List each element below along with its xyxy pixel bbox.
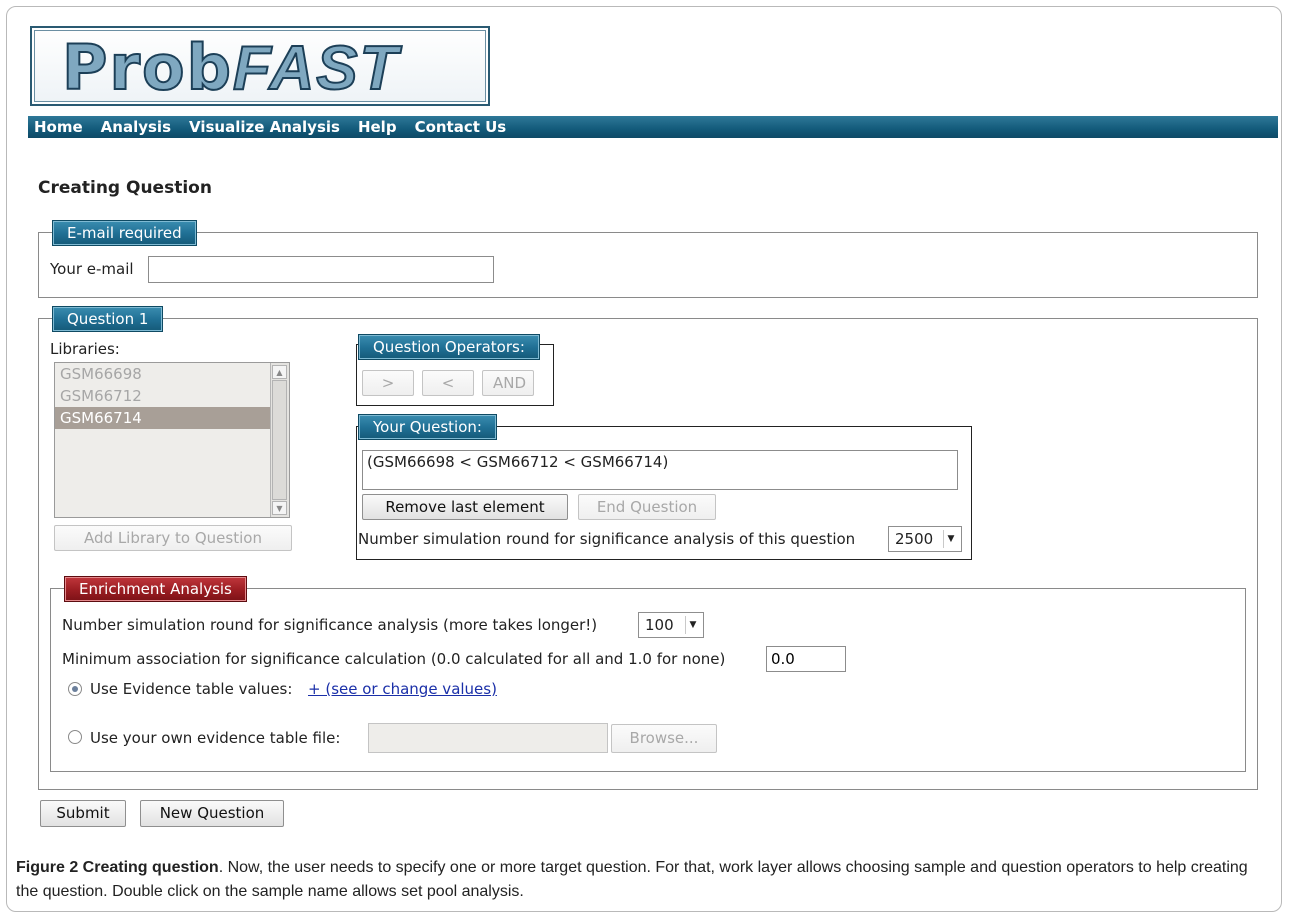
- probfast-logo: ProbFAST: [30, 26, 490, 106]
- figure-caption: Figure 2 Creating question. Now, the use…: [16, 856, 1274, 904]
- browse-button[interactable]: Browse...: [611, 724, 717, 753]
- scroll-thumb[interactable]: [272, 380, 287, 500]
- see-change-values-link[interactable]: + (see or change values): [308, 680, 497, 698]
- email-label: Your e-mail: [50, 260, 134, 278]
- new-question-button[interactable]: New Question: [140, 800, 284, 827]
- evidence-file-field[interactable]: [368, 723, 608, 753]
- library-item-gsm66714[interactable]: GSM66714: [55, 407, 289, 429]
- enrichment-sim-label: Number simulation round for significance…: [62, 616, 598, 634]
- libraries-scrollbar[interactable]: ▲ ▼: [270, 363, 289, 517]
- submit-button[interactable]: Submit: [40, 800, 126, 827]
- use-evidence-label: Use Evidence table values:: [90, 680, 293, 698]
- question-sim-label: Number simulation round for significance…: [358, 530, 856, 548]
- logo-text-part1: Prob: [61, 30, 233, 105]
- your-question-legend: Your Question:: [358, 414, 497, 440]
- and-operator-button[interactable]: AND: [482, 370, 534, 396]
- question-sim-select[interactable]: 2500 ▼: [888, 526, 962, 552]
- less-than-operator-button[interactable]: <: [422, 370, 474, 396]
- libraries-listbox[interactable]: GSM66698 GSM66712 GSM66714 ▲ ▼: [54, 362, 290, 518]
- main-navbar: Home Analysis Visualize Analysis Help Co…: [28, 116, 1278, 138]
- email-legend: E-mail required: [52, 220, 197, 246]
- chevron-down-icon: ▼: [685, 616, 700, 634]
- end-question-button[interactable]: End Question: [578, 494, 716, 520]
- question-sim-value: 2500: [895, 530, 934, 548]
- remove-last-element-button[interactable]: Remove last element: [362, 494, 568, 520]
- min-association-field[interactable]: [766, 646, 846, 672]
- question-expression-text: (GSM66698 < GSM66712 < GSM66714): [367, 453, 669, 471]
- min-association-label: Minimum association for significance cal…: [62, 650, 726, 668]
- library-item-gsm66698[interactable]: GSM66698: [55, 363, 289, 385]
- library-item-gsm66712[interactable]: GSM66712: [55, 385, 289, 407]
- probfast-app: ProbFAST Home Analysis Visualize Analysi…: [28, 20, 1278, 836]
- use-evidence-radio[interactable]: [68, 682, 82, 696]
- scroll-up-icon[interactable]: ▲: [272, 365, 287, 379]
- libraries-label: Libraries:: [50, 340, 120, 358]
- enrichment-sim-value: 100: [645, 616, 674, 634]
- enrichment-legend: Enrichment Analysis: [64, 576, 247, 602]
- figure-caption-label: Figure 2 Creating question: [16, 859, 219, 876]
- logo-text-part2: FAST: [232, 33, 400, 104]
- enrichment-sim-select[interactable]: 100 ▼: [638, 612, 704, 638]
- use-own-file-label: Use your own evidence table file:: [90, 729, 341, 747]
- question-legend: Question 1: [52, 306, 164, 332]
- nav-analysis[interactable]: Analysis: [101, 118, 171, 136]
- question-expression-field[interactable]: (GSM66698 < GSM66712 < GSM66714): [362, 450, 958, 490]
- nav-home[interactable]: Home: [34, 118, 83, 136]
- use-own-file-radio[interactable]: [68, 730, 82, 744]
- add-library-button[interactable]: Add Library to Question: [54, 525, 292, 551]
- email-field[interactable]: [148, 256, 494, 283]
- nav-contact-us[interactable]: Contact Us: [415, 118, 507, 136]
- chevron-down-icon: ▼: [943, 530, 958, 548]
- logo-text: ProbFAST: [61, 28, 400, 109]
- scroll-down-icon[interactable]: ▼: [272, 501, 287, 515]
- nav-help[interactable]: Help: [358, 118, 397, 136]
- nav-visualize-analysis[interactable]: Visualize Analysis: [189, 118, 340, 136]
- operators-legend: Question Operators:: [358, 334, 540, 360]
- greater-than-operator-button[interactable]: >: [362, 370, 414, 396]
- page-title: Creating Question: [38, 178, 212, 198]
